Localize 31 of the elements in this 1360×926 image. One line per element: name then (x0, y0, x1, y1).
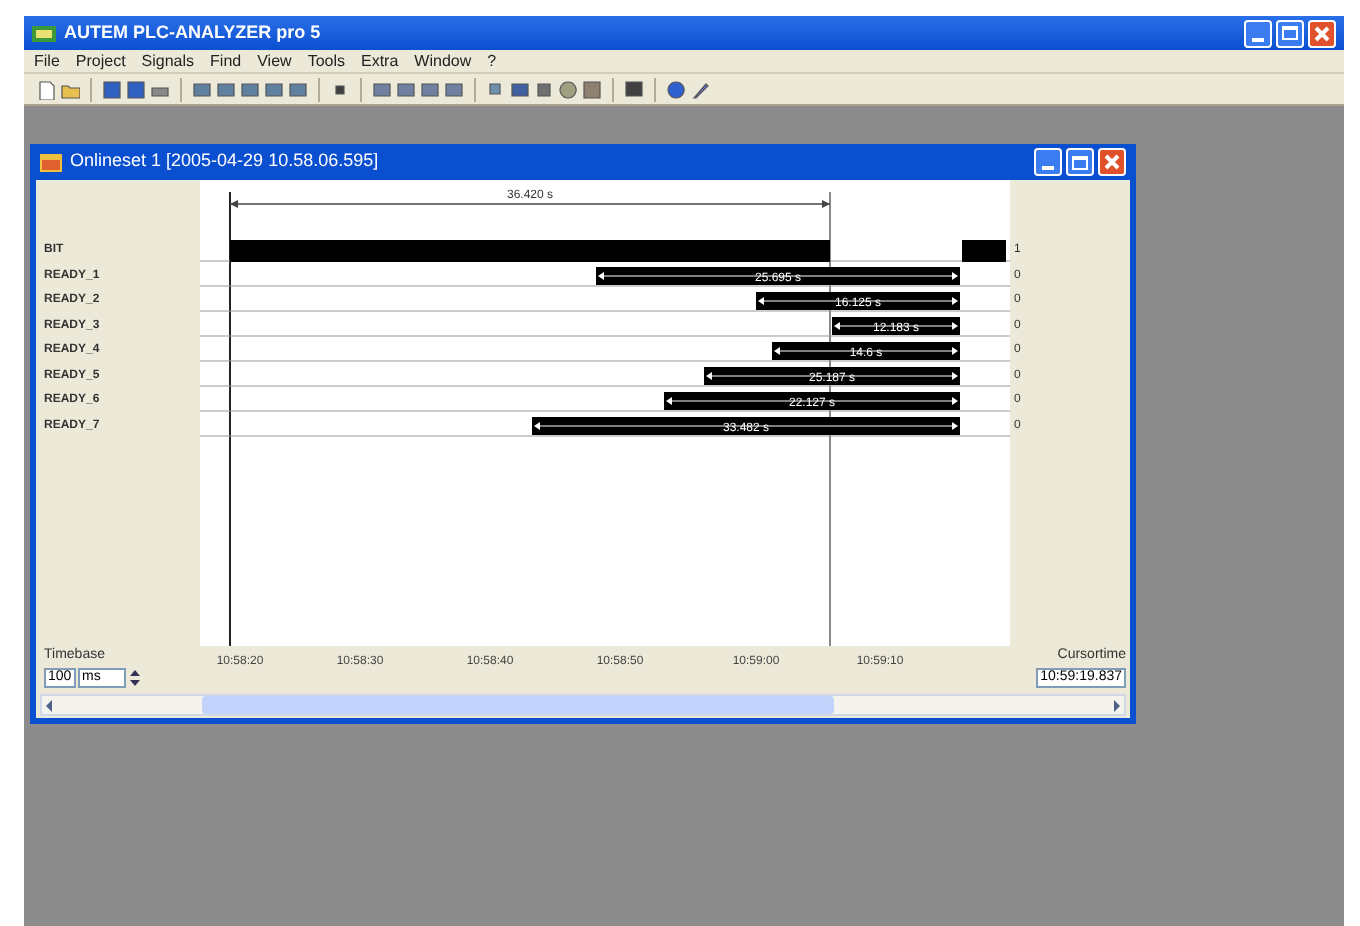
open-folder-icon[interactable] (60, 79, 80, 99)
pen-icon[interactable] (690, 79, 710, 99)
app-icon (32, 23, 56, 43)
scroll-left-icon[interactable] (42, 697, 58, 713)
menu-item[interactable]: ? (485, 49, 499, 73)
menu-item[interactable]: Find (208, 49, 244, 73)
menu-item[interactable]: Signals (139, 49, 197, 73)
duration-bar (832, 317, 960, 335)
minimize-button[interactable] (1244, 19, 1272, 47)
menu-item[interactable]: Window (412, 49, 474, 73)
menu-item[interactable]: View (255, 49, 294, 73)
menu-item[interactable]: Project (73, 49, 128, 73)
window-title: AUTEM PLC-ANALYZER pro 5 (64, 19, 321, 46)
menu-item[interactable]: Extra (359, 49, 401, 73)
stop-icon[interactable] (330, 79, 350, 99)
menu-item[interactable]: Tools (305, 49, 347, 73)
maximize-button[interactable] (1276, 19, 1304, 47)
horizontal-scrollbar[interactable] (40, 694, 1126, 716)
close-button[interactable] (1098, 148, 1126, 176)
scroll-right-icon[interactable] (1108, 697, 1124, 713)
document-icon (40, 153, 62, 171)
close-icon[interactable] (1104, 154, 1120, 170)
menu-item[interactable]: File (32, 49, 62, 73)
close-icon[interactable] (1314, 25, 1330, 41)
minimize-button[interactable] (1034, 148, 1062, 176)
signal-high-bar (962, 240, 1006, 262)
document-title: Onlineset 1 [2005-04-29 10.58.06.595] (70, 148, 379, 175)
new-file-icon[interactable] (36, 79, 56, 99)
close-button[interactable] (1308, 19, 1336, 47)
maximize-button[interactable] (1066, 148, 1094, 176)
scrollbar-thumb[interactable] (202, 696, 834, 714)
